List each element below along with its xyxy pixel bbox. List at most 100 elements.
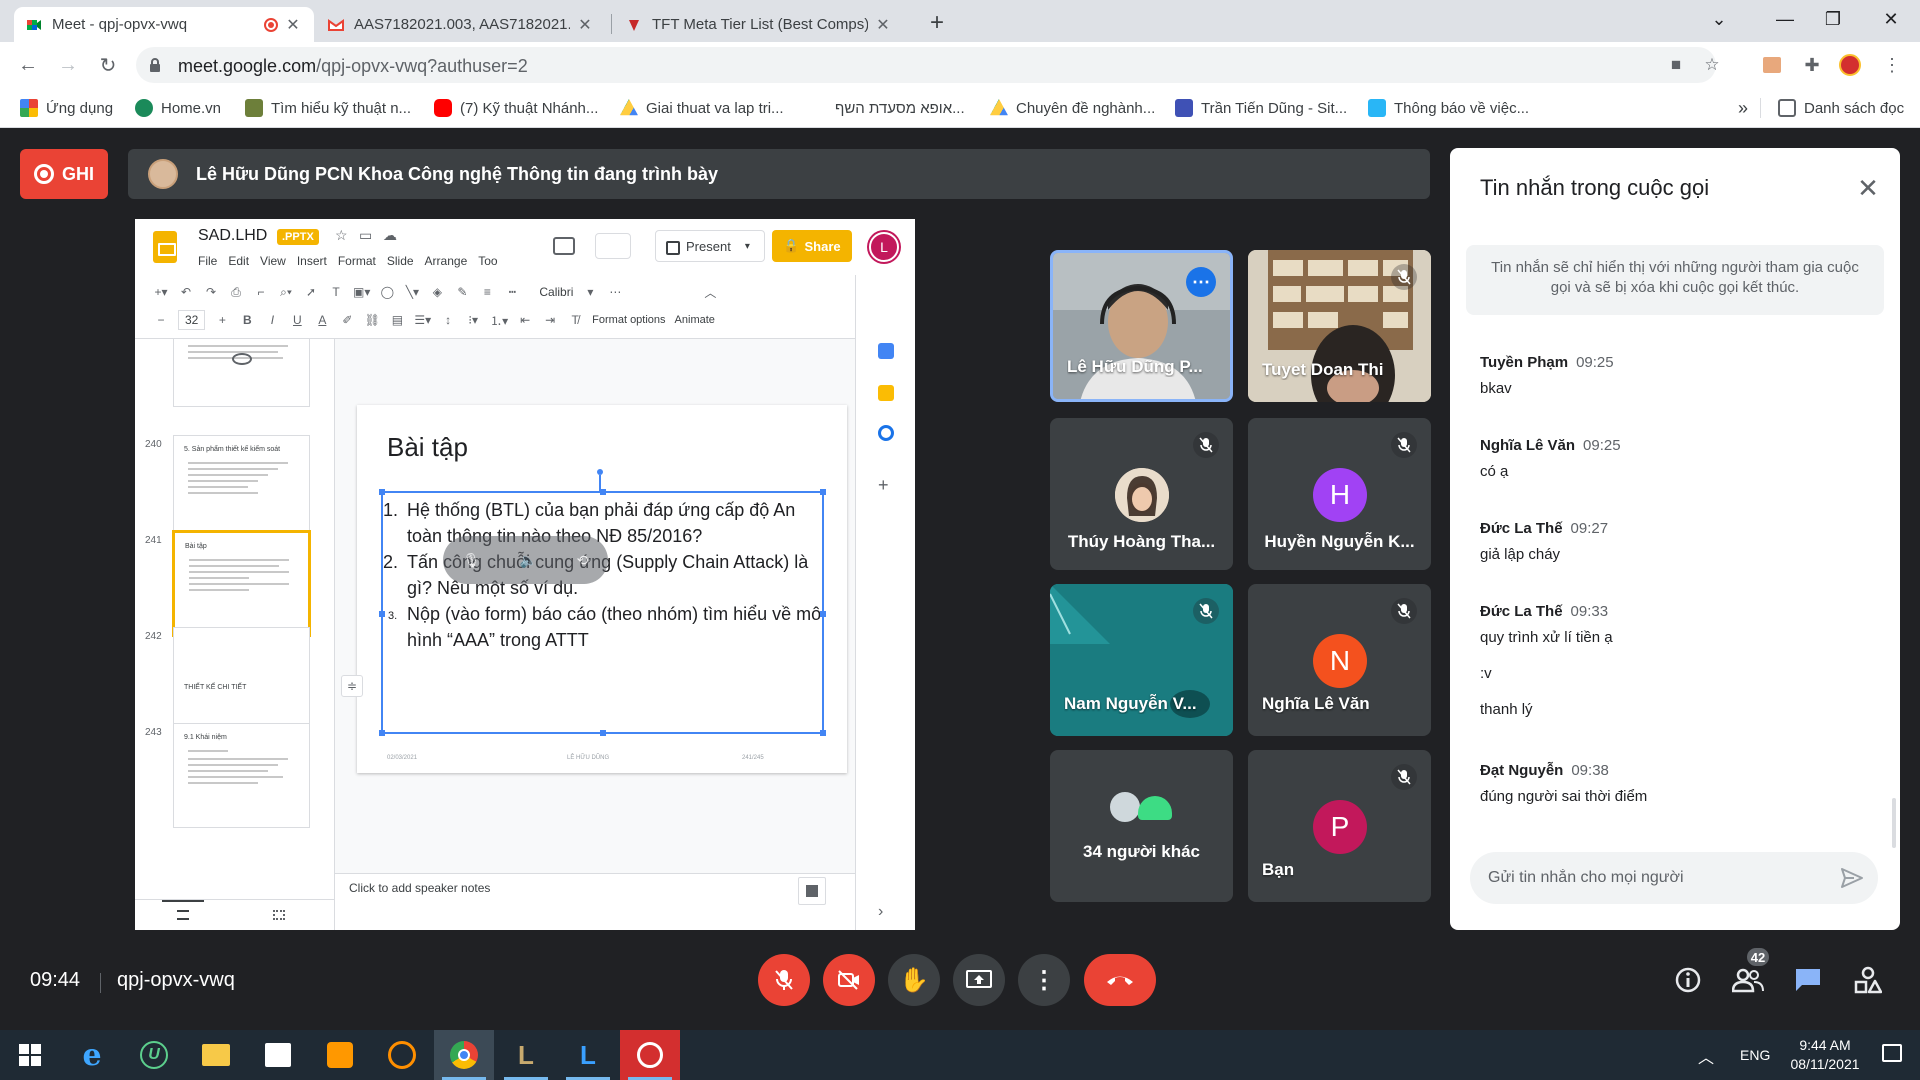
- maximize-button[interactable]: ❐: [1810, 0, 1856, 38]
- border-weight-icon[interactable]: ≡: [479, 283, 495, 301]
- paint-format-icon[interactable]: ⌐: [253, 283, 269, 301]
- slide[interactable]: Bài tập 1. Hệ thống (BTL) của bạn phải đá…: [357, 405, 847, 773]
- camera-toggle-button[interactable]: [823, 954, 875, 1006]
- recording-button[interactable]: GHI: [20, 149, 108, 199]
- format-options-button[interactable]: Format options: [592, 311, 665, 329]
- mic-toggle-button[interactable]: [758, 954, 810, 1006]
- participant-tile[interactable]: N Nghĩa Lê Văn: [1248, 584, 1431, 736]
- slide-thumbnail[interactable]: THIẾT KẾ CHI TIẾT: [173, 627, 310, 732]
- close-tab-icon[interactable]: ✕: [576, 15, 594, 35]
- close-icon[interactable]: ✕: [1850, 170, 1886, 206]
- resize-handle[interactable]: [379, 489, 385, 495]
- line-spacing-icon[interactable]: ↕: [440, 311, 456, 329]
- calendar-addon-icon[interactable]: [878, 343, 894, 359]
- bookmark-hebrew[interactable]: אופא מסעדת השף...: [835, 97, 965, 119]
- taskbar-sublime[interactable]: [310, 1030, 370, 1080]
- menu-slide[interactable]: Slide: [387, 254, 414, 268]
- slide-thumbnail[interactable]: 9.1 Khái niệm: [173, 723, 310, 828]
- new-tab-button[interactable]: +: [922, 8, 952, 38]
- decrease-indent-icon[interactable]: ⇤: [517, 311, 533, 329]
- numbered-list-icon[interactable]: ⒈▾: [490, 311, 508, 329]
- taskbar-app-u[interactable]: U: [124, 1030, 184, 1080]
- participant-tile[interactable]: Tuyet Doan Thi: [1248, 250, 1431, 402]
- raise-hand-button[interactable]: ✋: [888, 954, 940, 1006]
- clear-formatting-icon[interactable]: T̸: [567, 311, 583, 329]
- notifications-icon[interactable]: [1882, 1044, 1902, 1062]
- lock-icon[interactable]: [148, 57, 162, 73]
- speaker-notes-field[interactable]: Click to add speaker notes: [335, 873, 855, 899]
- tab-gmail[interactable]: AAS7182021.003, AAS7182021.0 ✕: [316, 7, 606, 42]
- comment-add-icon[interactable]: ▤: [389, 311, 405, 329]
- decrease-font-icon[interactable]: −: [153, 311, 169, 329]
- more-options-icon[interactable]: ⋯: [1186, 267, 1216, 297]
- cloud-status-icon[interactable]: ☁: [383, 227, 397, 244]
- collapse-toolbar-icon[interactable]: ︿: [702, 283, 718, 301]
- profile-avatar-icon[interactable]: [1838, 53, 1862, 77]
- resize-handle[interactable]: [600, 489, 606, 495]
- select-cursor-icon[interactable]: ➚: [303, 283, 319, 301]
- taskbar-chrome[interactable]: [434, 1030, 494, 1080]
- add-addon-icon[interactable]: +: [878, 475, 889, 496]
- italic-icon[interactable]: I: [264, 311, 280, 329]
- bookmark-drive-1[interactable]: Giai thuat va lap tri...: [620, 97, 784, 119]
- floating-speaker-controls[interactable]: 🎙 🔈 ⟲: [443, 536, 608, 584]
- address-bar[interactable]: meet.google.com/qpj-opvx-vwq?authuser=2 …: [136, 47, 1720, 83]
- resize-handle[interactable]: [600, 730, 606, 736]
- minimize-button[interactable]: —: [1762, 0, 1808, 38]
- text-box-icon[interactable]: T: [328, 283, 344, 301]
- resize-handle[interactable]: [379, 730, 385, 736]
- close-window-button[interactable]: ✕: [1868, 0, 1914, 38]
- taskbar-league-1[interactable]: L: [496, 1030, 556, 1080]
- activities-button[interactable]: [1850, 962, 1886, 998]
- bookmarks-overflow-button[interactable]: »: [1738, 97, 1748, 119]
- tab-meet[interactable]: Meet - qpj-opvx-vwq ✕: [14, 7, 314, 42]
- border-dash-icon[interactable]: ┅: [504, 283, 520, 301]
- animate-button[interactable]: Animate: [675, 311, 715, 329]
- extensions-puzzle-icon[interactable]: ✚: [1800, 53, 1824, 77]
- bookmark-home-vn[interactable]: Home.vn: [135, 97, 221, 119]
- chevron-right-icon[interactable]: ›: [878, 903, 883, 921]
- redo-icon[interactable]: ↷: [203, 283, 219, 301]
- menu-file[interactable]: File: [198, 254, 217, 268]
- present-now-button[interactable]: [953, 954, 1005, 1006]
- input-language[interactable]: ENG: [1740, 1047, 1770, 1063]
- keep-addon-icon[interactable]: [878, 385, 894, 401]
- clock[interactable]: 9:44 AM 08/11/2021: [1770, 1036, 1880, 1074]
- mic-off-icon[interactable]: 🎙: [463, 552, 481, 569]
- back-icon[interactable]: ←: [14, 51, 42, 79]
- highlight-icon[interactable]: ✐: [339, 311, 355, 329]
- chat-button[interactable]: [1790, 962, 1826, 998]
- taskbar-app-network[interactable]: [372, 1030, 432, 1080]
- more-icon[interactable]: ⟲: [577, 552, 589, 569]
- slide-thumbnail-selected[interactable]: Bài tập: [173, 531, 310, 636]
- selected-text-box[interactable]: 1. Hệ thống (BTL) của bạn phải đáp ứng cấ…: [379, 489, 826, 736]
- participant-tile[interactable]: Thúy Hoàng Tha...: [1050, 418, 1233, 570]
- camera-in-use-icon[interactable]: ■: [1666, 55, 1686, 75]
- image-icon[interactable]: ▣▾: [353, 283, 370, 301]
- resize-handle[interactable]: [820, 730, 826, 736]
- tasks-addon-icon[interactable]: [878, 425, 894, 441]
- grid-view-icon[interactable]: [273, 910, 285, 920]
- menu-tools[interactable]: Too: [478, 254, 497, 268]
- align-icon[interactable]: ☰▾: [414, 311, 431, 329]
- close-tab-icon[interactable]: ✕: [874, 15, 892, 35]
- resize-handle[interactable]: [820, 611, 826, 617]
- font-size-input[interactable]: 32: [178, 310, 206, 330]
- bookmark-drive-2[interactable]: Chuyên đề nghành...: [990, 97, 1155, 119]
- more-options-icon[interactable]: ⋯: [607, 283, 623, 301]
- new-slide-icon[interactable]: +▾: [153, 283, 169, 301]
- move-folder-icon[interactable]: ▭: [359, 227, 372, 244]
- meeting-details-button[interactable]: [1670, 962, 1706, 998]
- participant-tile-active-speaker[interactable]: ⋯ Lê Hữu Dũng P...: [1050, 250, 1233, 402]
- share-button[interactable]: 🔒 Share: [772, 230, 852, 262]
- zoom-icon[interactable]: ⌕▾: [278, 283, 294, 301]
- tab-tft[interactable]: TFT Meta Tier List (Best Comps) - ✕: [614, 7, 904, 42]
- menu-insert[interactable]: Insert: [297, 254, 327, 268]
- bookmark-ky-thuat[interactable]: Tìm hiểu kỹ thuật n...: [245, 97, 411, 119]
- resize-handle[interactable]: [820, 489, 826, 495]
- menu-format[interactable]: Format: [338, 254, 376, 268]
- taskbar-file-explorer[interactable]: [186, 1030, 246, 1080]
- menu-edit[interactable]: Edit: [228, 254, 249, 268]
- tab-search-icon[interactable]: ⌄: [1696, 0, 1742, 38]
- bookmark-sites[interactable]: Trần Tiến Dũng - Sit...: [1175, 97, 1347, 119]
